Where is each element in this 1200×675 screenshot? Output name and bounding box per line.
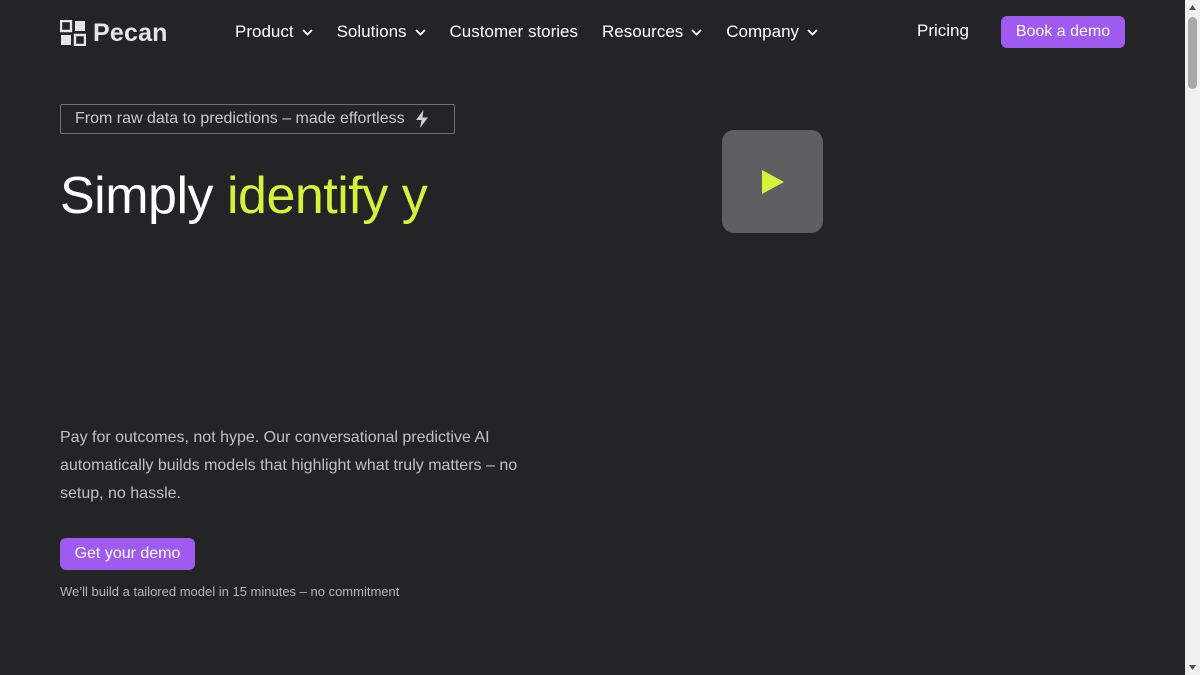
pecan-logo-icon [60,20,86,46]
nav-item-label: Product [235,22,294,41]
book-demo-button[interactable]: Book a demo [1001,16,1125,48]
hero-headline: Simply identify y [60,166,428,226]
hero-description: Pay for outcomes, not hype. Our conversa… [60,429,518,502]
tagline-badge: From raw data to predictions – made effo… [60,104,455,134]
nav-item-label: Resources [602,22,684,41]
chevron-down-icon [807,28,818,36]
logo[interactable]: Pecan [60,19,168,47]
chevron-down-icon [301,28,313,36]
logo-text: Pecan [93,18,168,47]
nav-item-company[interactable]: Company [726,22,818,42]
lightning-bolt-icon [415,110,428,128]
nav-item-resources[interactable]: Resources [602,22,702,42]
headline-typed-text: identify y [226,167,428,225]
nav-item-label: Solutions [336,22,407,41]
pricing-link[interactable]: Pricing [917,21,969,41]
nav-item-label: Company [726,22,800,41]
headline-static-text: Simply [60,167,227,225]
scrollbar[interactable] [1185,0,1200,675]
get-demo-button[interactable]: Get your demo [60,538,195,570]
page: Pecan Product Solutions Customer stories… [0,0,1200,675]
nav-item-solutions[interactable]: Solutions [337,22,426,42]
cta-note: We’ll build a tailored model in 15 minut… [60,584,400,599]
play-icon [761,169,784,194]
main-nav: Product Solutions Customer stories Resou… [235,20,842,44]
chevron-down-icon [691,28,702,36]
scroll-down-arrow-icon[interactable] [1185,660,1200,675]
chevron-down-icon [414,28,426,36]
nav-item-product[interactable]: Product [235,22,313,42]
tagline-text: From raw data to predictions – made effo… [75,110,405,127]
scroll-up-arrow-icon[interactable] [1185,0,1200,15]
nav-item-label: Customer stories [449,22,579,41]
nav-item-customer-stories[interactable]: Customer stories [450,22,578,42]
scrollbar-thumb[interactable] [1188,17,1197,89]
play-video-button[interactable] [722,130,823,233]
